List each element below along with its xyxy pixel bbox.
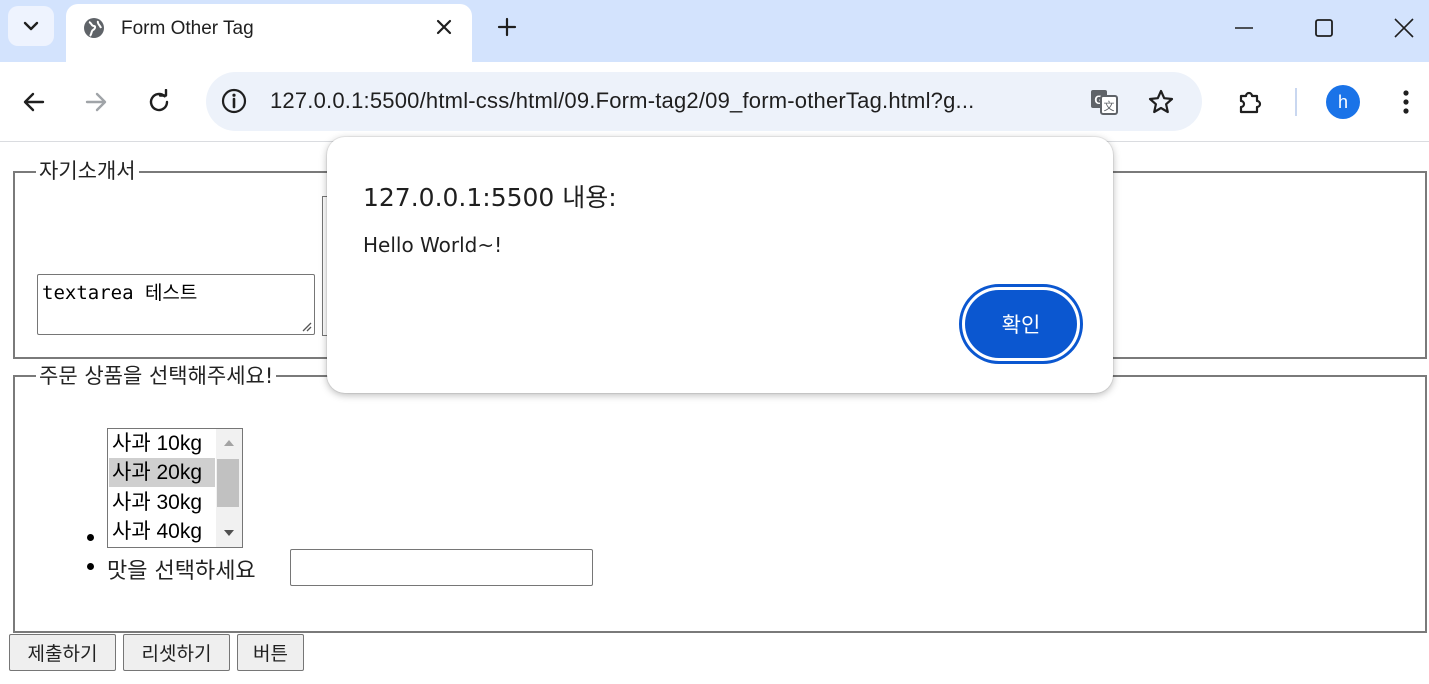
star-icon <box>1148 89 1174 114</box>
select-option[interactable]: 사과 40kg <box>109 517 215 546</box>
intro-textarea[interactable]: textarea 테스트 <box>37 274 315 335</box>
close-window-button[interactable] <box>1374 8 1429 48</box>
dialog-ok-button[interactable]: 확인 <box>959 284 1083 364</box>
arrow-left-icon <box>23 92 45 112</box>
scroll-down-icon[interactable] <box>223 529 235 537</box>
close-icon <box>436 19 452 35</box>
kebab-menu-icon <box>1403 90 1409 114</box>
resize-handle-icon[interactable] <box>300 320 312 332</box>
select-option[interactable]: 사과 30kg <box>109 488 215 517</box>
taste-label: 맛을 선택하세요 <box>107 559 256 584</box>
tab-close-button[interactable] <box>432 15 456 39</box>
select-scrollbar[interactable] <box>216 429 242 547</box>
maximize-icon <box>1315 19 1333 37</box>
plus-icon <box>497 17 517 37</box>
profile-avatar[interactable]: h <box>1326 85 1360 119</box>
fieldset-intro-legend: 자기소개서 <box>36 158 139 184</box>
bookmark-button[interactable] <box>1145 86 1177 118</box>
taste-input[interactable] <box>290 549 593 586</box>
alert-dialog: 127.0.0.1:5500 내용: Hello World~! 확인 <box>327 137 1113 393</box>
tab-search-button[interactable] <box>8 6 54 46</box>
scroll-up-icon[interactable] <box>223 439 235 447</box>
toolbar-divider <box>1295 88 1297 116</box>
info-icon[interactable] <box>220 87 248 115</box>
minimize-icon <box>1235 27 1253 29</box>
browser-toolbar: 127.0.0.1:5500/html-css/html/09.Form-tag… <box>0 62 1429 142</box>
generic-button[interactable]: 버튼 <box>237 634 304 671</box>
chevron-down-icon <box>23 21 39 31</box>
tab-strip: Form Other Tag <box>0 0 1429 62</box>
reset-button[interactable]: 리셋하기 <box>123 634 230 671</box>
scrollbar-thumb[interactable] <box>217 459 239 507</box>
translate-button[interactable]: G 文 <box>1088 86 1120 118</box>
select-option[interactable]: 사과 10kg <box>109 429 215 458</box>
product-select[interactable]: 사과 10kg 사과 20kg 사과 30kg 사과 40kg <box>107 428 243 548</box>
list-bullet <box>87 534 94 541</box>
close-window-icon <box>1394 18 1414 38</box>
translate-icon: G 文 <box>1091 90 1118 115</box>
active-tab[interactable]: Form Other Tag <box>66 4 472 62</box>
submit-button[interactable]: 제출하기 <box>9 634 116 671</box>
reload-button[interactable] <box>141 84 177 120</box>
new-tab-button[interactable] <box>493 13 521 41</box>
puzzle-icon <box>1239 91 1262 114</box>
extensions-button[interactable] <box>1232 84 1268 120</box>
textarea-value: textarea 테스트 <box>42 282 198 304</box>
arrow-right-icon <box>85 92 107 112</box>
select-option-selected[interactable]: 사과 20kg <box>109 458 215 487</box>
maximize-button[interactable] <box>1294 8 1354 48</box>
forward-button[interactable] <box>78 84 114 120</box>
minimize-button[interactable] <box>1214 8 1274 48</box>
dialog-ok-label: 확인 <box>965 290 1077 358</box>
reload-icon <box>149 89 169 112</box>
address-bar[interactable]: 127.0.0.1:5500/html-css/html/09.Form-tag… <box>206 72 1202 131</box>
svg-text:文: 文 <box>1104 99 1115 113</box>
url-text[interactable]: 127.0.0.1:5500/html-css/html/09.Form-tag… <box>270 88 974 114</box>
list-bullet <box>87 563 94 570</box>
globe-icon <box>84 18 104 38</box>
back-button[interactable] <box>16 84 52 120</box>
dialog-title: 127.0.0.1:5500 내용: <box>363 183 617 212</box>
dialog-message: Hello World~! <box>363 233 503 257</box>
fieldset-order-legend: 주문 상품을 선택해주세요! <box>36 363 277 389</box>
browser-menu-button[interactable] <box>1388 84 1424 120</box>
tab-title: Form Other Tag <box>121 18 254 39</box>
